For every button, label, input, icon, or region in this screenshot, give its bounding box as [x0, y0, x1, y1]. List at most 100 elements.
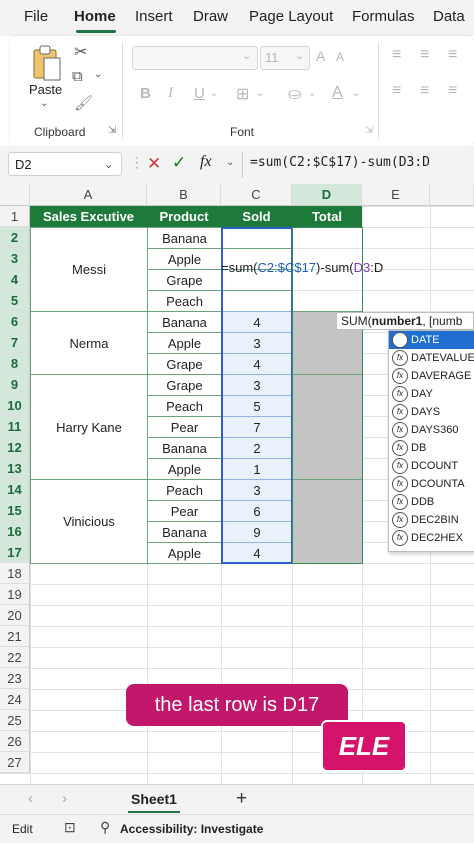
increase-font-icon[interactable]: A — [316, 48, 325, 64]
autocomplete-item-datevalue[interactable]: fx DATEVALUE — [389, 349, 474, 367]
tab-file[interactable]: File — [24, 8, 48, 25]
sales-executive-cell[interactable]: Harry Kane — [30, 374, 148, 480]
tab-data[interactable]: Data — [433, 8, 465, 25]
align-top-icon[interactable]: ≡ — [392, 46, 401, 64]
formula-input[interactable]: =sum(C2:$C$17)-sum(D3:D — [250, 155, 430, 170]
row-header-13[interactable]: 13 — [0, 458, 30, 479]
row-header-25[interactable]: 25 — [0, 710, 30, 731]
insert-function-button[interactable]: fx — [200, 153, 212, 171]
align-left-icon[interactable]: ≡ — [392, 82, 401, 100]
select-all-corner[interactable] — [0, 184, 30, 206]
align-bottom-icon[interactable]: ≡ — [448, 46, 457, 64]
row-header-10[interactable]: 10 — [0, 395, 30, 416]
row-header-14[interactable]: 14 — [0, 479, 30, 500]
autocomplete-item-dcount[interactable]: fx DCOUNT — [389, 457, 474, 475]
row-header-15[interactable]: 15 — [0, 500, 30, 521]
autocomplete-item-db[interactable]: fx DB — [389, 439, 474, 457]
product-cell[interactable]: Peach — [147, 479, 222, 501]
fill-color-icon[interactable]: ⛀ — [288, 84, 301, 104]
font-name-dropdown-icon[interactable]: ⌄ — [242, 49, 251, 62]
underline-button[interactable]: U — [194, 85, 205, 102]
header-total[interactable]: Total — [292, 206, 362, 227]
next-sheet-icon[interactable]: › — [62, 790, 67, 807]
format-painter-icon[interactable]: 🖌 — [74, 94, 93, 112]
accessibility-status[interactable]: Accessibility: Investigate — [120, 822, 263, 836]
row-header-8[interactable]: 8 — [0, 353, 30, 374]
row-header-16[interactable]: 16 — [0, 521, 30, 542]
bold-button[interactable]: B — [140, 85, 151, 102]
align-center-icon[interactable]: ≡ — [420, 82, 429, 100]
product-cell[interactable]: Apple — [147, 458, 222, 480]
autocomplete-item-dec2hex[interactable]: fx DEC2HEX — [389, 529, 474, 547]
row-header-11[interactable]: 11 — [0, 416, 30, 437]
tab-insert[interactable]: Insert — [135, 8, 173, 25]
column-header-d[interactable]: D — [292, 184, 362, 206]
sales-executive-cell[interactable]: Vinicious — [30, 479, 148, 564]
column-header-b[interactable]: B — [147, 184, 221, 206]
header-sold[interactable]: Sold — [221, 206, 292, 227]
tab-draw[interactable]: Draw — [193, 8, 228, 25]
product-cell[interactable]: Peach — [147, 395, 222, 417]
row-header-21[interactable]: 21 — [0, 626, 30, 647]
macro-record-icon[interactable]: ⊡ — [64, 819, 76, 836]
row-header-27[interactable]: 27 — [0, 752, 30, 773]
font-size-box[interactable]: 11 ⌄ — [260, 46, 310, 70]
row-header-12[interactable]: 12 — [0, 437, 30, 458]
header-product[interactable]: Product — [147, 206, 221, 227]
product-cell[interactable]: Banana — [147, 521, 222, 543]
column-header-a[interactable]: A — [30, 184, 147, 206]
row-header-18[interactable]: 18 — [0, 563, 30, 584]
row-header-23[interactable]: 23 — [0, 668, 30, 689]
row-header-6[interactable]: 6 — [0, 311, 30, 332]
borders-icon[interactable]: ⊞ — [236, 84, 249, 104]
name-box-dropdown-icon[interactable]: ⌄ — [104, 158, 113, 171]
sales-executive-cell[interactable]: Messi — [30, 227, 148, 312]
autocomplete-item-date[interactable]: fx DATE — [389, 331, 474, 349]
product-cell[interactable]: Apple — [147, 332, 222, 354]
copy-icon[interactable]: ⧉ — [72, 68, 83, 85]
product-cell[interactable]: Grape — [147, 374, 222, 396]
row-header-20[interactable]: 20 — [0, 605, 30, 626]
row-header-19[interactable]: 19 — [0, 584, 30, 605]
row-header-2[interactable]: 2 — [0, 227, 30, 248]
font-color-dropdown-icon[interactable]: ⌄ — [352, 88, 360, 99]
prev-sheet-icon[interactable]: ‹ — [28, 790, 33, 807]
editing-cell-text[interactable]: =sum(C2:$C$17)-sum(D3:D — [221, 260, 383, 275]
tab-formulas[interactable]: Formulas — [352, 8, 415, 25]
row-header-9[interactable]: 9 — [0, 374, 30, 395]
product-cell[interactable]: Apple — [147, 248, 222, 270]
row-header-4[interactable]: 4 — [0, 269, 30, 290]
font-name-box[interactable] — [132, 46, 258, 70]
insert-function-dropdown-icon[interactable]: ⌄ — [226, 157, 234, 168]
product-cell[interactable]: Banana — [147, 227, 222, 249]
sales-executive-cell[interactable]: Nerma — [30, 311, 148, 375]
product-cell[interactable]: Grape — [147, 353, 222, 375]
paste-dropdown-icon[interactable]: ⌄ — [40, 98, 48, 109]
sheet-tab-sheet1[interactable]: Sheet1 — [131, 791, 177, 807]
more-options-icon[interactable]: ⋮ — [130, 154, 144, 171]
row-header-22[interactable]: 22 — [0, 647, 30, 668]
cut-icon[interactable]: ✂ — [74, 42, 87, 62]
row-header-17[interactable]: 17 — [0, 542, 30, 563]
font-launcher-icon[interactable]: ⇲ — [365, 125, 373, 136]
row-header-26[interactable]: 26 — [0, 731, 30, 752]
autocomplete-item-days360[interactable]: fx DAYS360 — [389, 421, 474, 439]
column-header-e[interactable]: E — [362, 184, 430, 206]
add-sheet-button[interactable]: + — [236, 788, 247, 810]
product-cell[interactable]: Banana — [147, 311, 222, 333]
clipboard-launcher-icon[interactable]: ⇲ — [108, 125, 116, 136]
autocomplete-item-day[interactable]: fx DAY — [389, 385, 474, 403]
align-middle-icon[interactable]: ≡ — [420, 46, 429, 64]
decrease-font-icon[interactable]: A — [336, 50, 344, 64]
enter-icon[interactable]: ✓ — [172, 153, 186, 173]
autocomplete-item-dec2bin[interactable]: fx DEC2BIN — [389, 511, 474, 529]
font-color-button[interactable]: A — [332, 84, 343, 102]
copy-dropdown-icon[interactable]: ⌄ — [94, 69, 102, 80]
function-autocomplete-list[interactable]: fx DATE fx DATEVALUE fx DAVERAGE fx DAY fx DAYS fx… — [388, 330, 474, 552]
accessibility-icon[interactable]: ⚲ — [100, 819, 110, 836]
product-cell[interactable]: Apple — [147, 542, 222, 564]
align-right-icon[interactable]: ≡ — [448, 82, 457, 100]
autocomplete-item-dcounta[interactable]: fx DCOUNTA — [389, 475, 474, 493]
row-header-7[interactable]: 7 — [0, 332, 30, 353]
column-header[interactable] — [430, 184, 474, 206]
